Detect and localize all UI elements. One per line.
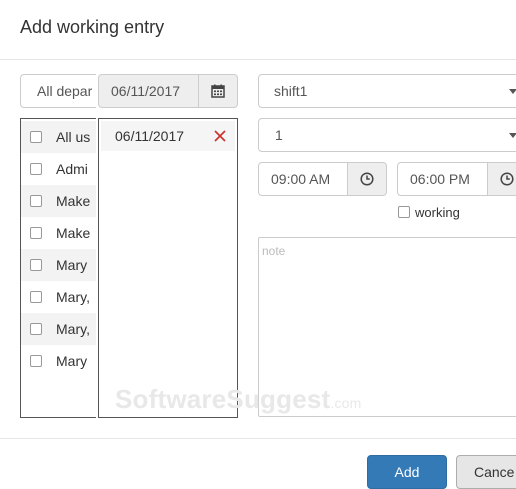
clock-icon (488, 163, 516, 195)
calendar-button[interactable] (198, 74, 238, 108)
user-row[interactable]: Mary (21, 249, 96, 281)
start-time-clock-button[interactable] (347, 162, 387, 196)
calendar-icon (199, 75, 237, 107)
add-working-entry-dialog: Add working entry All depar 06/11/2017 A… (0, 0, 516, 489)
date-list-item-value: 06/11/2017 (115, 128, 185, 144)
dialog-header: Add working entry (0, 0, 516, 60)
dialog-title: Add working entry (20, 17, 165, 37)
users-list[interactable]: All us Admi Make Make Mary Mary, Mary, M… (20, 118, 96, 418)
chevron-down-icon (509, 133, 516, 138)
count-select-value: 1 (275, 127, 283, 143)
user-label: Mary, (56, 289, 90, 305)
remove-date-icon[interactable] (213, 129, 227, 143)
user-label: Mary, (56, 321, 90, 337)
end-time-input[interactable]: 06:00 PM (397, 162, 489, 196)
selected-dates-list: 06/11/2017 (98, 118, 238, 418)
user-row[interactable]: Mary (21, 345, 96, 377)
user-label: Make (56, 193, 91, 209)
user-label: Make (56, 225, 91, 241)
date-list-item: 06/11/2017 (101, 121, 235, 151)
end-time-clock-button[interactable] (487, 162, 516, 196)
user-checkbox[interactable] (30, 195, 42, 207)
user-label: Admi (56, 161, 88, 177)
start-time-input[interactable]: 09:00 AM (258, 162, 350, 196)
user-checkbox[interactable] (30, 355, 42, 367)
user-row[interactable]: Mary, (21, 281, 96, 313)
user-row[interactable]: Mary, (21, 313, 96, 345)
user-checkbox[interactable] (30, 131, 42, 143)
working-label: working (415, 205, 460, 220)
shift-select-value: shift1 (274, 83, 308, 99)
department-select-value: All depar (37, 83, 93, 99)
working-checkbox[interactable] (398, 206, 410, 218)
user-checkbox[interactable] (30, 323, 42, 335)
user-row[interactable]: All us (21, 121, 96, 153)
user-row[interactable]: Admi (21, 153, 96, 185)
user-label: Mary (56, 257, 88, 273)
user-row[interactable]: Make (21, 185, 96, 217)
end-time-value: 06:00 PM (410, 171, 470, 187)
start-time-value: 09:00 AM (271, 171, 331, 187)
user-checkbox[interactable] (30, 227, 42, 239)
shift-select[interactable]: shift1 (258, 74, 516, 108)
date-input[interactable]: 06/11/2017 (98, 74, 200, 108)
user-checkbox[interactable] (30, 259, 42, 271)
department-select[interactable]: All depar (20, 74, 96, 108)
user-label: All us (56, 129, 91, 145)
user-row[interactable]: Make (21, 217, 96, 249)
note-textarea[interactable] (258, 237, 516, 417)
date-input-value: 06/11/2017 (111, 83, 181, 99)
user-checkbox[interactable] (30, 291, 42, 303)
count-select[interactable]: 1 (258, 118, 516, 152)
add-button[interactable]: Add (367, 455, 447, 489)
clock-icon (348, 163, 386, 195)
cancel-button[interactable]: Cance (456, 455, 516, 489)
chevron-down-icon (509, 89, 516, 94)
user-checkbox[interactable] (30, 163, 42, 175)
user-label: Mary (56, 353, 88, 369)
